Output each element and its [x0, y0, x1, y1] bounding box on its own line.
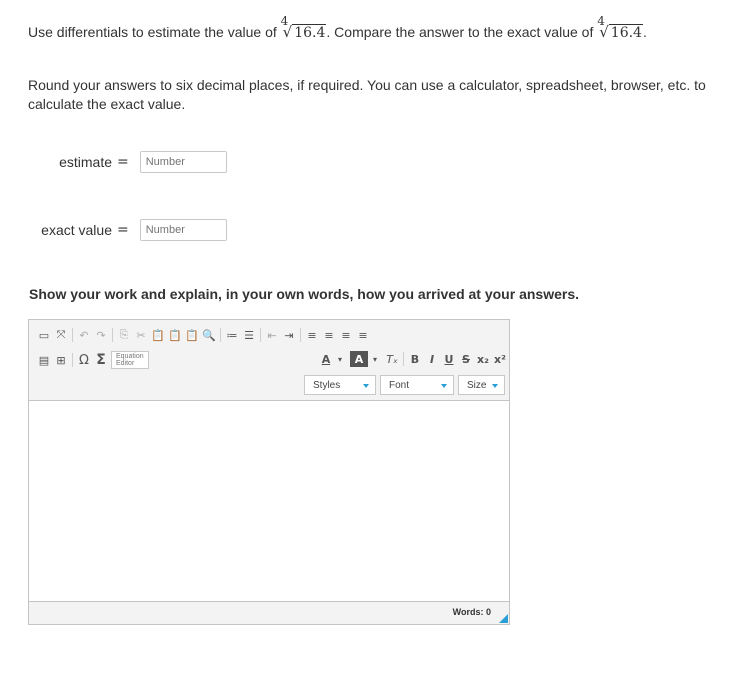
font-label: Font [389, 380, 410, 391]
equals-sign: = [117, 222, 129, 238]
rich-text-editor: ▭ ⤧ ↶ ↷ ⎘ ✂ 📋 📋 📋 🔍 ≔ ☰ ⇤ ⇥ ≡ ≡ ≡ ≡ ▤ ⊞ … [28, 319, 510, 625]
editor-toolbar: ▭ ⤧ ↶ ↷ ⎘ ✂ 📋 📋 📋 🔍 ≔ ☰ ⇤ ⇥ ≡ ≡ ≡ ≡ ▤ ⊞ … [29, 320, 509, 401]
align-left-icon[interactable]: ≡ [305, 327, 319, 343]
toolbar-separator [72, 353, 73, 367]
text-color-icon[interactable]: A [319, 351, 333, 367]
caret-down-icon [363, 384, 369, 388]
exact-value-row: exact value = [0, 219, 227, 241]
styles-label: Styles [313, 380, 341, 391]
equals-sign: = [117, 154, 129, 170]
work-prompt: Show your work and explain, in your own … [29, 286, 579, 302]
question-end: . [642, 24, 647, 40]
fourth-root-expression-1: 4 √ 16.4 [281, 14, 327, 41]
radicand: 16.4 [608, 24, 643, 41]
paste-icon[interactable]: 📋 [151, 327, 165, 343]
italic-icon[interactable]: I [425, 351, 439, 367]
numbered-list-icon[interactable]: ≔ [225, 327, 239, 343]
editor-content-area[interactable] [29, 401, 509, 601]
underline-icon[interactable]: U [442, 351, 456, 367]
toolbar-row-1: ▭ ⤧ ↶ ↷ ⎘ ✂ 📋 📋 📋 🔍 ≔ ☰ ⇤ ⇥ ≡ ≡ ≡ ≡ [37, 327, 373, 343]
source-icon[interactable]: ▭ [37, 327, 51, 343]
formatting-row: A ▾ A ▾ Tₓ B I U S x₂ x² [319, 351, 510, 367]
equation-editor-label-2: Editor [116, 360, 135, 367]
toolbar-separator [220, 328, 221, 342]
radicand: 16.4 [292, 24, 327, 41]
exact-value-label: exact value [41, 222, 112, 238]
maximize-icon[interactable]: ⤧ [54, 327, 68, 343]
fourth-root-expression-2: 4 √ 16.4 [597, 14, 643, 41]
estimate-row: estimate = [0, 151, 227, 173]
redo-icon[interactable]: ↷ [94, 327, 108, 343]
equation-editor-button[interactable]: Equation Editor [111, 351, 149, 369]
bulleted-list-icon[interactable]: ☰ [242, 327, 256, 343]
special-character-icon[interactable]: Ω [77, 352, 91, 368]
superscript-icon[interactable]: x² [493, 351, 507, 367]
chevron-down-icon[interactable]: ▾ [368, 351, 382, 367]
table-icon[interactable]: ⊞ [54, 352, 68, 368]
caret-down-icon [492, 384, 498, 388]
equation-editor-label-1: Equation [116, 353, 144, 360]
font-dropdown[interactable]: Font [380, 375, 454, 395]
strikethrough-icon[interactable]: S [459, 351, 473, 367]
question-lead: Use differentials to estimate the value … [28, 24, 277, 40]
remove-format-icon[interactable]: Tₓ [385, 351, 399, 367]
instructions-text: Round your answers to six decimal places… [28, 77, 706, 112]
root-index: 4 [280, 14, 289, 28]
size-dropdown[interactable]: Size [458, 375, 505, 395]
align-right-icon[interactable]: ≡ [339, 327, 353, 343]
toolbar-separator [300, 328, 301, 342]
align-justify-icon[interactable]: ≡ [356, 327, 370, 343]
copy-icon[interactable]: ⎘ [117, 327, 131, 343]
subscript-icon[interactable]: x₂ [476, 351, 490, 367]
undo-icon[interactable]: ↶ [77, 327, 91, 343]
sigma-icon[interactable]: Σ [94, 352, 108, 368]
toolbar-row-2: ▤ ⊞ Ω Σ Equation Editor [37, 351, 149, 369]
background-color-icon[interactable]: A [350, 351, 368, 367]
root-index: 4 [597, 14, 605, 28]
question-mid: . Compare the answer to the exact value … [326, 24, 594, 40]
indent-icon[interactable]: ⇥ [282, 327, 296, 343]
question-text: Use differentials to estimate the value … [28, 14, 647, 41]
paste-word-icon[interactable]: 📋 [185, 327, 199, 343]
toolbar-separator [112, 328, 113, 342]
exact-value-input[interactable] [139, 219, 227, 241]
horizontal-line-icon[interactable]: ▤ [37, 352, 51, 368]
bold-icon[interactable]: B [408, 351, 422, 367]
toolbar-separator [72, 328, 73, 342]
resize-handle-icon[interactable] [499, 614, 508, 623]
cut-icon[interactable]: ✂ [134, 327, 148, 343]
align-center-icon[interactable]: ≡ [322, 327, 336, 343]
paste-text-icon[interactable]: 📋 [168, 327, 182, 343]
editor-statusbar: Words: 0 [29, 601, 509, 624]
word-count: Words: 0 [452, 607, 491, 617]
toolbar-separator [260, 328, 261, 342]
estimate-input[interactable] [139, 151, 227, 173]
estimate-label: estimate [59, 154, 112, 170]
toolbar-separator [403, 352, 404, 366]
chevron-down-icon[interactable]: ▾ [333, 351, 347, 367]
caret-down-icon [441, 384, 447, 388]
styles-dropdown[interactable]: Styles [304, 375, 376, 395]
outdent-icon[interactable]: ⇤ [265, 327, 279, 343]
size-label: Size [467, 380, 487, 391]
find-icon[interactable]: 🔍 [202, 327, 216, 343]
